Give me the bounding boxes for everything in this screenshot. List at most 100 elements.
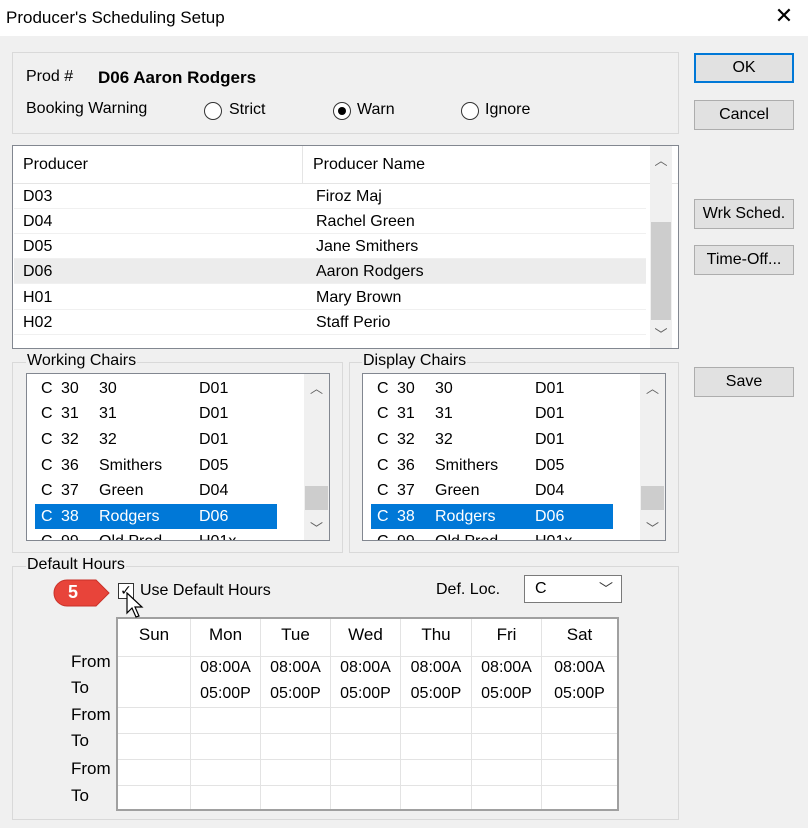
from-time-cell[interactable]: 08:00A (261, 659, 330, 677)
list-item[interactable]: H01 Mary Brown (14, 285, 646, 310)
booking-strict-radio[interactable] (204, 102, 222, 120)
scroll-thumb[interactable] (641, 486, 664, 510)
list-item[interactable]: C 36 Smithers D05 (35, 453, 277, 478)
scroll-down-icon[interactable]: ﹀ (640, 518, 665, 537)
from-time-cell[interactable]: 08:00A (331, 659, 400, 677)
save-button[interactable]: Save (694, 367, 794, 397)
from-time-cell[interactable]: 08:00A (401, 659, 471, 677)
producer-list[interactable]: Producer Producer Name D03 Firoz Maj D04… (12, 145, 679, 349)
list-item[interactable]: C 30 30 D01 (35, 376, 277, 401)
scroll-thumb[interactable] (305, 486, 328, 510)
scroll-thumb[interactable] (651, 222, 671, 320)
chair-producer: D01 (199, 405, 229, 422)
list-item[interactable]: D05 Jane Smithers (14, 234, 646, 259)
list-item[interactable]: C 32 32 D01 (35, 427, 277, 452)
from-time-cell[interactable]: 08:00A (191, 659, 260, 677)
list-item[interactable]: C 99 Old Prod H01x (371, 529, 613, 540)
scroll-up-icon[interactable]: ︿ (640, 378, 665, 397)
to-time-cell[interactable]: 05:00P (261, 685, 330, 703)
list-item[interactable]: C 37 Green D04 (371, 478, 613, 503)
chair-name: Smithers (435, 457, 499, 474)
to-time-cell[interactable]: 05:00P (331, 685, 400, 703)
step-badge: 5 (52, 578, 110, 608)
header-producer[interactable]: Producer (23, 146, 88, 184)
producer-name: Mary Brown (316, 289, 402, 306)
prod-label: Prod # (26, 68, 74, 85)
chair-type: C (377, 482, 389, 499)
from-time-cell[interactable]: 08:00A (542, 659, 617, 677)
to-time-cell[interactable]: 05:00P (401, 685, 471, 703)
scroll-up-icon[interactable]: ︿ (650, 150, 672, 169)
to-time-cell[interactable]: 05:00P (542, 685, 617, 703)
producer-list-scrollbar[interactable]: ︿ ﹀ (650, 146, 672, 348)
list-item[interactable]: C 31 31 D01 (35, 401, 277, 426)
chair-number: 99 (397, 529, 415, 540)
working-chairs-scrollbar[interactable]: ︿ ﹀ (304, 374, 329, 540)
row-label-from: From (71, 759, 111, 778)
header-producer-name[interactable]: Producer Name (313, 146, 425, 184)
ok-button[interactable]: OK (694, 53, 794, 83)
chair-name: Green (435, 482, 480, 499)
def-loc-select[interactable]: C ﹀ (524, 575, 622, 603)
display-chairs-list[interactable]: C 30 30 D01 C 31 31 D01 C 32 32 D01 C 36… (362, 373, 666, 541)
chair-name: 31 (99, 405, 117, 422)
booking-strict-label[interactable]: Strict (229, 101, 265, 119)
list-item[interactable]: C 30 30 D01 (371, 376, 613, 401)
def-loc-value: C (535, 580, 547, 597)
time-off-button[interactable]: Time-Off... (694, 245, 794, 275)
row-label-from: From (71, 705, 111, 724)
chair-number: 32 (61, 431, 79, 448)
hours-grid[interactable]: Sun Mon Tue Wed Thu Fri Sat 08:00A 08:00… (116, 617, 619, 811)
chair-name: Old Prod (99, 529, 162, 540)
chair-name: Rodgers (435, 508, 496, 525)
chair-name: 32 (435, 431, 453, 448)
list-item[interactable]: D03 Firoz Maj (14, 184, 646, 209)
to-time-cell[interactable]: 05:00P (472, 685, 541, 703)
chair-type: C (377, 508, 389, 525)
step-badge-shape (53, 579, 110, 607)
list-item-selected[interactable]: C 38 Rodgers D06 (35, 504, 277, 529)
booking-warn-label[interactable]: Warn (357, 101, 395, 119)
list-item[interactable]: D04 Rachel Green (14, 209, 646, 234)
chair-number: 38 (397, 508, 415, 525)
chair-type: C (41, 482, 53, 499)
display-chairs-scrollbar[interactable]: ︿ ﹀ (640, 374, 665, 540)
scroll-down-icon[interactable]: ﹀ (650, 324, 672, 343)
from-time-cell[interactable]: 08:00A (472, 659, 541, 677)
chair-name: Old Prod (435, 529, 498, 540)
cancel-button[interactable]: Cancel (694, 100, 794, 130)
list-item[interactable]: C 36 Smithers D05 (371, 453, 613, 478)
list-item[interactable]: C 37 Green D04 (35, 478, 277, 503)
chair-producer: D06 (199, 508, 229, 525)
chair-type: C (377, 380, 389, 397)
chair-number: 99 (61, 529, 79, 540)
booking-ignore-label[interactable]: Ignore (485, 101, 530, 119)
chair-name: Rodgers (99, 508, 160, 525)
use-default-hours-label[interactable]: Use Default Hours (140, 582, 271, 600)
chair-producer: D04 (199, 482, 229, 499)
close-icon[interactable]: ✕ (773, 4, 795, 30)
list-item-selected[interactable]: C 38 Rodgers D06 (371, 504, 613, 529)
list-item-selected[interactable]: D06 Aaron Rodgers (14, 259, 646, 284)
scroll-down-icon[interactable]: ﹀ (304, 518, 329, 537)
chair-number: 30 (397, 380, 415, 397)
chair-type: C (377, 529, 389, 540)
chair-number: 36 (61, 457, 79, 474)
producer-info-group (12, 52, 679, 134)
working-chairs-label: Working Chairs (26, 352, 138, 370)
to-time-cell[interactable]: 05:00P (191, 685, 260, 703)
scroll-up-icon[interactable]: ︿ (304, 378, 329, 397)
list-item[interactable]: C 32 32 D01 (371, 427, 613, 452)
list-item[interactable]: C 31 31 D01 (371, 401, 613, 426)
list-item[interactable]: H02 Staff Perio (14, 310, 646, 335)
booking-warn-radio[interactable] (333, 102, 351, 120)
booking-ignore-radio[interactable] (461, 102, 479, 120)
list-item[interactable]: C 99 Old Prod H01x (35, 529, 277, 540)
chevron-down-icon[interactable]: ﹀ (599, 579, 613, 599)
chair-producer: D06 (535, 508, 565, 525)
working-chairs-list[interactable]: C 30 30 D01 C 31 31 D01 C 32 32 D01 C 36… (26, 373, 330, 541)
mouse-cursor-icon (126, 592, 144, 618)
wrk-sched-button[interactable]: Wrk Sched. (694, 199, 794, 229)
chair-producer: D01 (199, 380, 229, 397)
chair-producer: D01 (535, 380, 565, 397)
